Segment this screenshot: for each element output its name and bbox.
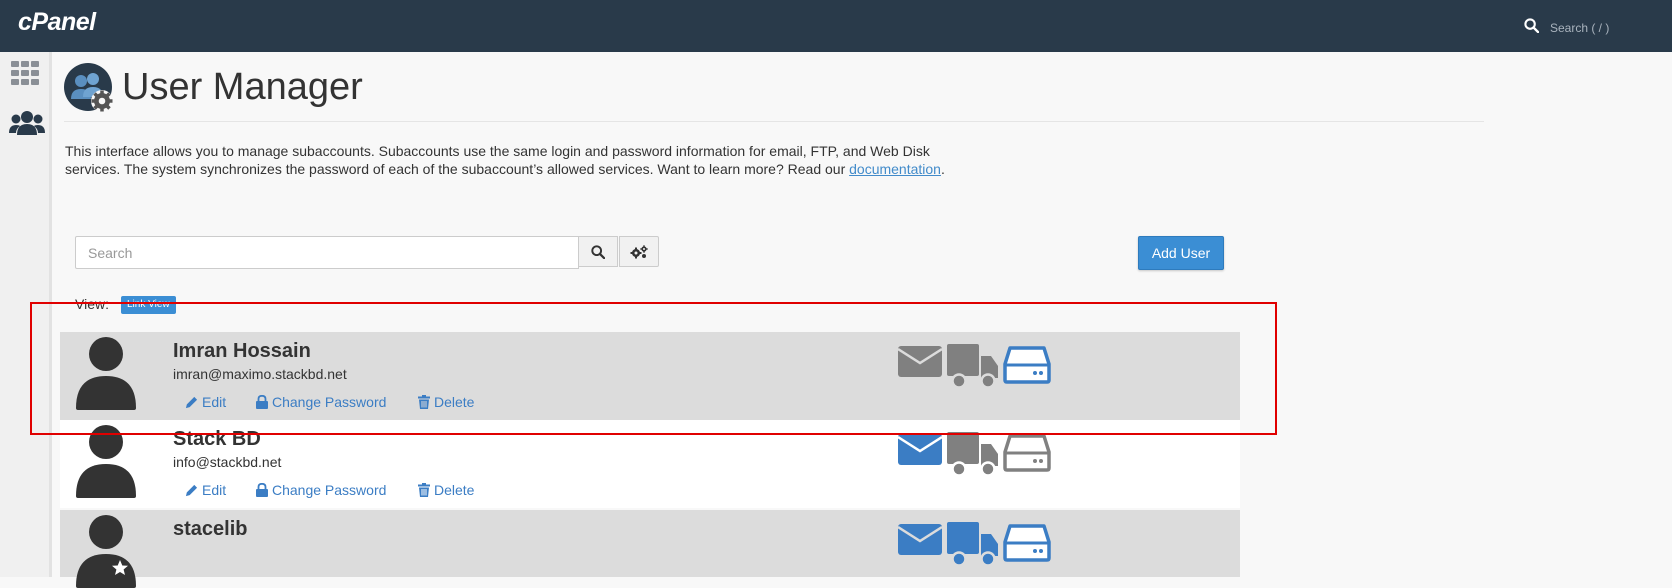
change-password-label: Change Password [272, 482, 387, 498]
user-name: Imran Hossain [173, 340, 311, 362]
user-row: Imran Hossain imran@maximo.stackbd.net E… [60, 332, 1240, 420]
truck-icon[interactable] [947, 344, 999, 388]
pencil-icon [185, 396, 198, 408]
lock-icon [256, 483, 268, 497]
delete-link[interactable]: Delete [418, 394, 474, 410]
users-icon[interactable] [9, 110, 45, 136]
add-user-button[interactable]: Add User [1138, 236, 1224, 270]
search-settings-button[interactable] [619, 236, 659, 267]
cpanel-logo[interactable]: cPanel [18, 8, 96, 37]
top-header: cPanel [0, 0, 1672, 52]
avatar [76, 337, 136, 410]
envelope-icon[interactable] [898, 522, 942, 556]
title-divider [64, 121, 1484, 122]
user-row: stacelib [60, 510, 1240, 588]
user-email: imran@maximo.stackbd.net [173, 366, 347, 382]
search-icon [1524, 18, 1539, 33]
envelope-icon[interactable] [898, 344, 942, 378]
lock-icon [256, 395, 268, 409]
trash-icon [418, 395, 430, 409]
hdd-icon[interactable] [1003, 346, 1051, 384]
sidebar [0, 52, 50, 577]
global-search[interactable] [1524, 16, 1664, 40]
search-button[interactable] [578, 236, 618, 267]
change-password-label: Change Password [272, 394, 387, 410]
user-manager-icon [64, 63, 113, 112]
user-row: Stack BD info@stackbd.net Edit Change Pa… [60, 420, 1240, 508]
global-search-input[interactable] [1548, 16, 1662, 40]
change-password-link[interactable]: Change Password [256, 482, 386, 498]
truck-icon[interactable] [947, 432, 999, 476]
description-end: . [940, 161, 945, 177]
user-name: Stack BD [173, 428, 261, 450]
delete-label: Delete [434, 394, 475, 410]
edit-link[interactable]: Edit [185, 394, 226, 410]
avatar [76, 425, 136, 498]
grid-icon[interactable] [11, 61, 41, 87]
gear-icon [91, 90, 113, 112]
description-text: This interface allows you to manage suba… [65, 143, 930, 177]
user-email: info@stackbd.net [173, 454, 282, 470]
truck-icon[interactable] [947, 522, 999, 566]
search-icon [591, 244, 605, 259]
documentation-link[interactable]: documentation [849, 161, 941, 177]
hdd-icon[interactable] [1003, 524, 1051, 562]
page-description: This interface allows you to manage suba… [65, 142, 945, 178]
view-label: View: [75, 296, 109, 312]
edit-label: Edit [202, 482, 227, 498]
envelope-icon[interactable] [898, 432, 942, 466]
search-input[interactable] [75, 236, 579, 269]
gears-icon [630, 244, 648, 258]
delete-link[interactable]: Delete [418, 482, 474, 498]
edit-label: Edit [202, 394, 227, 410]
page-title: User Manager [122, 66, 363, 108]
change-password-link[interactable]: Change Password [256, 394, 386, 410]
view-mode-badge[interactable]: Link View [121, 296, 176, 314]
user-name: stacelib [173, 518, 248, 540]
edit-link[interactable]: Edit [185, 482, 226, 498]
sidebar-edge [49, 52, 52, 577]
user-search [75, 236, 659, 269]
pencil-icon [185, 484, 198, 496]
delete-label: Delete [434, 482, 475, 498]
trash-icon [418, 483, 430, 497]
hdd-icon[interactable] [1003, 434, 1051, 472]
